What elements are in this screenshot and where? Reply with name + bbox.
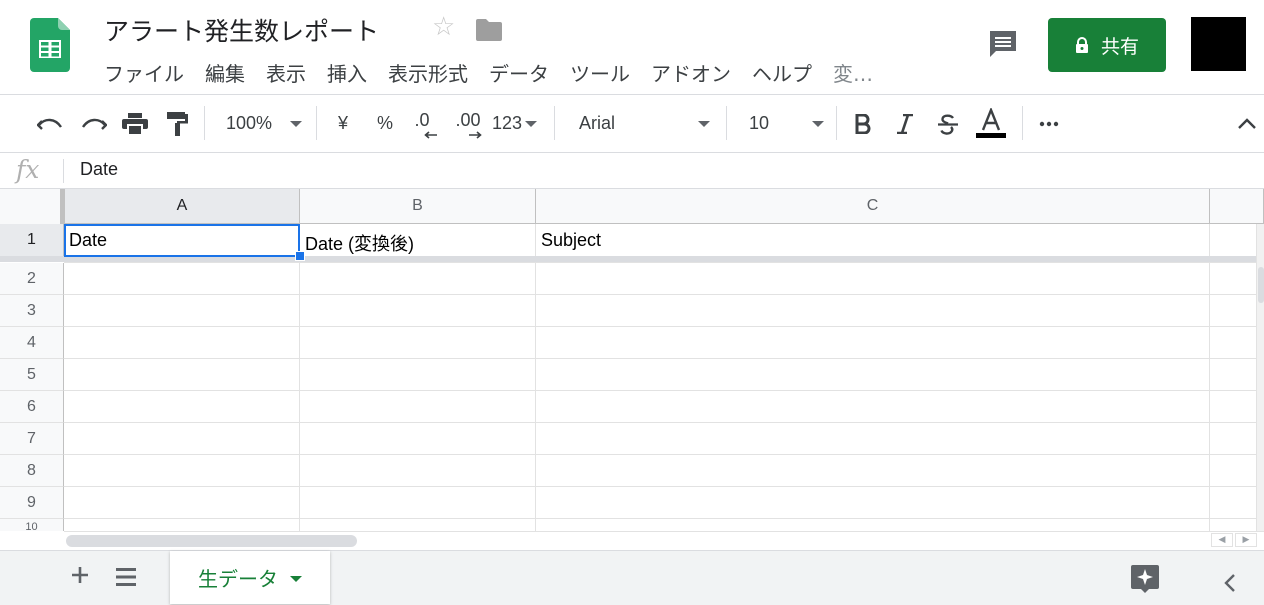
toolbar: 100% ¥ % .0 .00 123 Arial 10 [0,95,1264,153]
chevron-down-icon [290,120,302,127]
fill-handle[interactable] [295,251,305,261]
add-sheet-icon[interactable] [68,563,92,587]
empty-cells[interactable] [64,262,1256,531]
row-header-4[interactable]: 4 [0,327,64,359]
select-all-corner[interactable] [0,189,65,225]
menu-format[interactable]: 表示形式 [388,58,468,87]
app-header: アラート発生数レポート ☆ ファイル 編集 表示 挿入 表示形式 データ ツール… [0,0,1264,95]
divider [63,159,64,183]
divider [316,106,317,140]
formula-bar: fx Date [0,153,1264,189]
row-header-3[interactable]: 3 [0,295,64,327]
avatar[interactable] [1191,17,1246,71]
divider [1022,106,1023,140]
row-header-9[interactable]: 9 [0,487,64,519]
chevron-up-icon[interactable] [1232,95,1262,152]
percent-format-button[interactable]: % [370,95,400,152]
menu-tools[interactable]: ツール [570,58,630,87]
sheet-tab-label: 生データ [198,567,278,591]
menu-insert[interactable]: 挿入 [327,58,367,87]
bold-icon[interactable] [846,95,880,152]
column-header-b[interactable]: B [300,189,536,224]
row-header-2[interactable]: 2 [0,263,64,295]
row-header-10[interactable]: 10 [0,519,64,531]
menu-help[interactable]: ヘルプ [752,58,812,87]
column-header-a[interactable]: A [65,189,300,224]
decrease-decimal-label: .0 [414,110,430,130]
zoom-value: 100% [226,113,273,133]
scroll-right-icon[interactable]: ▶ [1235,533,1257,547]
chevron-down-icon [812,120,824,127]
folder-icon[interactable] [476,19,502,41]
cell-c1[interactable]: Subject [536,224,1210,257]
menu-view[interactable]: 表示 [266,58,306,87]
font-size-dropdown[interactable]: 10 [738,95,830,152]
font-name: Arial [579,113,616,133]
currency-format-button[interactable]: ¥ [328,95,358,152]
font-dropdown[interactable]: Arial [568,95,718,152]
sheet-tab[interactable]: 生データ [170,551,330,604]
menu-bar: ファイル 編集 表示 挿入 表示形式 データ ツール アドオン ヘルプ 変… [104,58,894,87]
spreadsheet-grid: A B C 1 Date Date (変換後) Subject 2 3 4 5 … [0,189,1264,531]
formula-input[interactable]: Date [80,159,118,180]
star-icon[interactable]: ☆ [432,12,455,42]
lock-icon [1075,37,1088,53]
horizontal-scrollbar-thumb[interactable] [66,535,357,547]
italic-icon[interactable] [890,95,920,152]
paint-format-icon[interactable] [162,95,194,152]
font-size-value: 10 [749,113,770,133]
menu-file[interactable]: ファイル [104,58,184,87]
strikethrough-icon[interactable] [932,95,964,152]
sheets-logo-icon[interactable] [30,18,70,72]
menu-edit[interactable]: 編集 [205,58,245,87]
fx-icon: fx [16,155,40,184]
document-title[interactable]: アラート発生数レポート [104,12,379,48]
share-label: 共有 [1100,35,1139,58]
row-header-6[interactable]: 6 [0,391,64,423]
row-header-7[interactable]: 7 [0,423,64,455]
selected-cell-outline [64,224,300,257]
decrease-decimal-button[interactable]: .0 [404,95,440,152]
increase-decimal-button[interactable]: .00 [448,95,488,152]
more-formats-label: 123 [492,113,523,133]
share-button[interactable]: 共有 [1048,18,1166,72]
more-formats-dropdown[interactable]: 123 [492,95,542,152]
divider [554,106,555,140]
arrow-right-icon [469,131,482,139]
divider [836,106,837,140]
all-sheets-icon[interactable] [114,566,138,588]
chevron-down-icon[interactable] [290,575,302,582]
divider [726,106,727,140]
scroll-left-icon[interactable]: ◀ [1211,533,1233,547]
chevron-down-icon [525,120,538,127]
column-header-c[interactable]: C [536,189,1210,224]
zoom-dropdown[interactable]: 100% [216,95,312,152]
chevron-left-icon[interactable] [1222,572,1238,594]
last-edit-link[interactable]: 変… [833,58,873,87]
text-color-icon[interactable] [972,95,1010,152]
row-header-1[interactable]: 1 [0,224,64,257]
undo-icon[interactable] [32,95,68,152]
column-header-d[interactable] [1210,189,1264,224]
vertical-scrollbar-thumb[interactable] [1258,267,1264,303]
arrow-left-icon [424,131,437,139]
row-header-5[interactable]: 5 [0,359,64,391]
print-icon[interactable] [118,95,152,152]
menu-addons[interactable]: アドオン [651,58,731,87]
redo-icon[interactable] [76,95,112,152]
row-header-8[interactable]: 8 [0,455,64,487]
more-options-icon[interactable] [1034,95,1064,152]
comment-icon[interactable] [987,28,1019,60]
divider [204,106,205,140]
chevron-down-icon [698,120,710,127]
explore-icon[interactable] [1131,565,1159,593]
increase-decimal-label: .00 [455,110,481,130]
menu-data[interactable]: データ [489,58,549,87]
cell-b1[interactable]: Date (変換後) [300,224,536,257]
